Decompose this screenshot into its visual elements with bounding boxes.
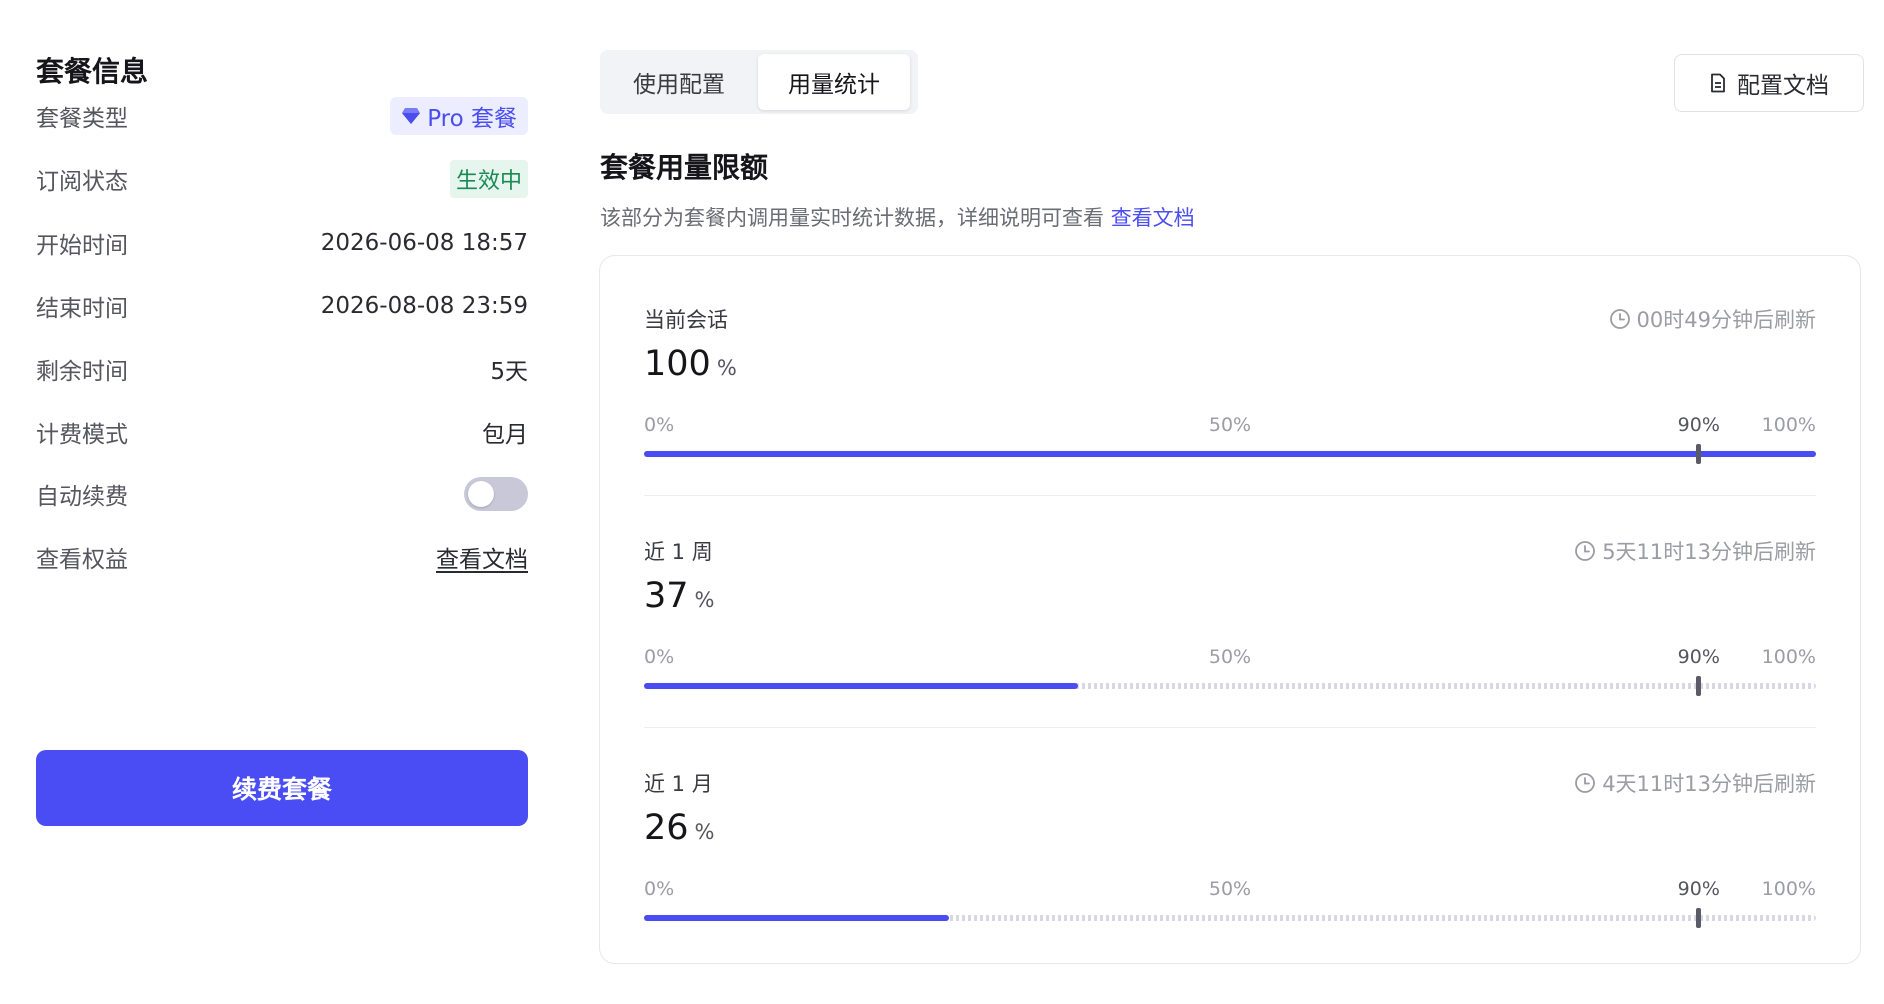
refresh-text: 00时49分钟后刷新 bbox=[1636, 308, 1816, 332]
usage-block: 近 1 周 5天11时13分钟后刷新 37% 0% 50% 90% 100% bbox=[644, 536, 1816, 736]
tick-label: 90% bbox=[1677, 414, 1720, 436]
usage-progress-bar bbox=[644, 908, 1816, 928]
auto-renew-toggle[interactable] bbox=[464, 477, 528, 511]
tick-label: 100% bbox=[1761, 414, 1816, 436]
tick-label: 0% bbox=[644, 646, 675, 668]
tab-usage-config[interactable]: 使用配置 bbox=[604, 54, 754, 110]
clock-icon bbox=[1575, 541, 1596, 561]
refresh-info: 5天11时13分钟后刷新 bbox=[1574, 536, 1816, 566]
row-label: 自动续费 bbox=[36, 484, 128, 510]
tick-labels: 0% 50% 90% 100% bbox=[644, 646, 1816, 670]
divider bbox=[644, 727, 1816, 728]
usage-title: 近 1 周 bbox=[644, 540, 713, 564]
refresh-info: 00时49分钟后刷新 bbox=[1609, 304, 1816, 334]
view-docs-link[interactable]: 查看文档 bbox=[436, 540, 528, 574]
threshold-marker bbox=[1696, 676, 1702, 696]
plan-info-title: 套餐信息 bbox=[36, 55, 149, 88]
usage-card: 当前会话 00时49分钟后刷新 100% 0% 50% 90% 100% 近 1 周 5天11时… bbox=[599, 255, 1861, 964]
usage-title: 当前会话 bbox=[644, 308, 728, 332]
row-plan-type: 套餐类型 Pro 套餐 bbox=[36, 94, 528, 138]
billing-mode-value: 包月 bbox=[482, 422, 528, 448]
refresh-text: 4天11时13分钟后刷新 bbox=[1602, 772, 1816, 796]
progress-fill bbox=[644, 915, 949, 921]
clock-icon bbox=[1609, 309, 1630, 329]
refresh-info: 4天11时13分钟后刷新 bbox=[1574, 768, 1816, 798]
remaining-time-value: 5天 bbox=[490, 359, 528, 385]
row-subscription-status: 订阅状态 生效中 bbox=[36, 157, 528, 201]
threshold-marker bbox=[1696, 908, 1702, 928]
row-label: 查看权益 bbox=[36, 547, 128, 573]
tick-label: 50% bbox=[1208, 414, 1252, 436]
tick-label: 100% bbox=[1761, 646, 1816, 668]
tick-label: 0% bbox=[644, 414, 675, 436]
tick-label: 90% bbox=[1677, 878, 1720, 900]
row-label: 计费模式 bbox=[36, 422, 128, 448]
tab-usage-stats[interactable]: 用量统计 bbox=[758, 54, 910, 110]
tick-labels: 0% 50% 90% 100% bbox=[644, 878, 1816, 902]
usage-section-title: 套餐用量限额 bbox=[600, 151, 769, 184]
status-badge: 生效中 bbox=[449, 160, 528, 198]
row-auto-renew: 自动续费 bbox=[36, 472, 528, 516]
usage-percent: 100% bbox=[644, 344, 737, 384]
threshold-marker bbox=[1696, 444, 1702, 464]
usage-progress-bar bbox=[644, 444, 1816, 464]
usage-block: 当前会话 00时49分钟后刷新 100% 0% 50% 90% 100% bbox=[644, 304, 1816, 504]
end-time-value: 2026-08-08 23:59 bbox=[320, 293, 528, 319]
renew-plan-button[interactable]: 续费套餐 bbox=[36, 750, 528, 826]
tick-label: 100% bbox=[1761, 878, 1816, 900]
usage-block: 近 1 月 4天11时13分钟后刷新 26% 0% 50% 90% 100% bbox=[644, 768, 1816, 968]
toggle-knob bbox=[468, 481, 494, 507]
view-docs-link[interactable]: 查看文档 bbox=[1111, 206, 1195, 230]
refresh-text: 5天11时13分钟后刷新 bbox=[1602, 540, 1816, 564]
document-icon bbox=[1711, 73, 1725, 93]
usage-title: 近 1 月 bbox=[644, 772, 713, 796]
usage-section-description: 该部分为套餐内调用量实时统计数据，详细说明可查看 查看文档 bbox=[600, 206, 1195, 230]
row-view-benefits: 查看权益 查看文档 bbox=[36, 535, 528, 579]
start-time-value: 2026-06-08 18:57 bbox=[320, 230, 528, 256]
clock-icon bbox=[1575, 773, 1596, 793]
tick-label: 0% bbox=[644, 878, 675, 900]
usage-progress-bar bbox=[644, 676, 1816, 696]
progress-fill bbox=[644, 683, 1078, 689]
tab-bar: 使用配置 用量统计 bbox=[600, 50, 918, 114]
tick-labels: 0% 50% 90% 100% bbox=[644, 414, 1816, 438]
usage-percent: 37% bbox=[644, 576, 715, 616]
usage-percent: 26% bbox=[644, 808, 715, 848]
divider bbox=[644, 495, 1816, 496]
row-start-time: 开始时间 2026-06-08 18:57 bbox=[36, 221, 528, 265]
row-billing-mode: 计费模式 包月 bbox=[36, 410, 528, 454]
diamond-icon bbox=[402, 108, 421, 124]
config-docs-button[interactable]: 配置文档 bbox=[1674, 54, 1864, 112]
row-end-time: 结束时间 2026-08-08 23:59 bbox=[36, 284, 528, 328]
row-label: 开始时间 bbox=[36, 233, 128, 259]
tick-label: 90% bbox=[1677, 646, 1720, 668]
row-label: 套餐类型 bbox=[36, 106, 128, 132]
row-label: 订阅状态 bbox=[36, 169, 128, 195]
pro-plan-badge: Pro 套餐 bbox=[390, 97, 528, 135]
tick-label: 50% bbox=[1208, 646, 1252, 668]
row-remaining-time: 剩余时间 5天 bbox=[36, 347, 528, 391]
row-label: 剩余时间 bbox=[36, 359, 128, 385]
row-label: 结束时间 bbox=[36, 296, 128, 322]
progress-fill bbox=[644, 451, 1816, 457]
tick-label: 50% bbox=[1208, 878, 1252, 900]
